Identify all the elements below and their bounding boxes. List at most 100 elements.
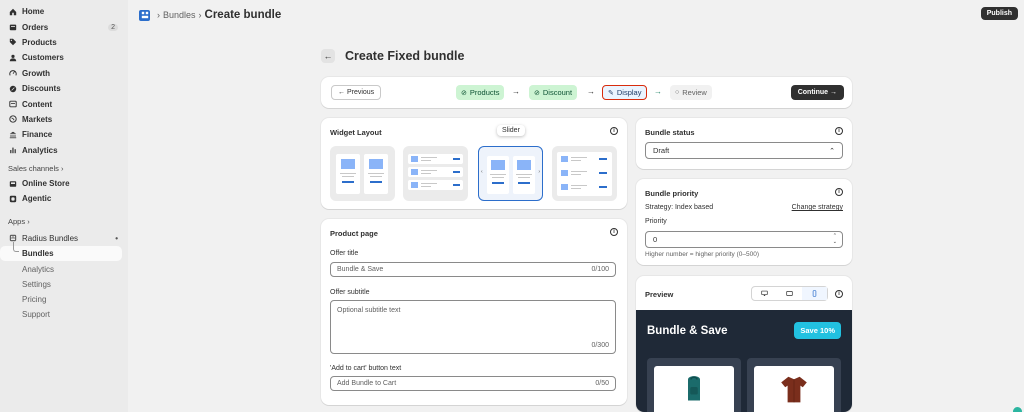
sidebar-item-discounts[interactable]: Discounts [0,81,128,96]
step-discount[interactable]: ⊘ Discount [529,85,578,100]
shirt-image [754,366,834,412]
step-label: Display [616,88,642,97]
layout-option-list[interactable] [403,146,468,201]
apps-header[interactable]: Apps › [0,215,128,229]
number-stepper-icon[interactable]: ⌃ ⌄ [833,233,837,245]
arrow-right-icon: → [512,87,520,96]
chevron-right-icon: › [538,169,540,175]
layout-preview [487,156,509,194]
placeholder: Add Bundle to Cart [337,380,397,387]
sidebar-item-label: Markets [22,114,53,124]
info-icon[interactable]: i [835,290,843,298]
sidebar-item-home[interactable]: Home [0,4,128,19]
sidebar-subitem-support[interactable]: Support [0,307,128,322]
info-icon[interactable]: i [835,127,843,135]
breadcrumb-separator: › [157,10,160,20]
char-counter: 0/100 [591,266,609,273]
sidebar-item-label: Radius Bundles [22,233,79,243]
sidebar-item-radius-bundles[interactable]: Radius Bundles • [0,231,128,246]
sidebar-item-label: Growth [22,68,50,78]
step-label: Products [469,88,500,97]
mobile-icon[interactable] [802,287,827,300]
previous-button[interactable]: ← Previous [331,85,382,100]
step-products[interactable]: ⊘ Products [456,85,505,100]
sales-channels-header[interactable]: Sales channels › [0,162,128,176]
card-title: Bundle priority [645,189,699,198]
status-select[interactable]: Draft ⌃ [645,142,843,159]
input-value: 0 [653,235,658,244]
more-icon[interactable]: • [115,234,118,243]
chart-bars-icon [8,146,17,155]
sidebar-item-label: Agentic [22,194,52,204]
offer-subtitle-textarea[interactable]: Optional subtitle text 0/300 [330,300,616,354]
step-review[interactable]: ○ Review [670,85,712,100]
select-chevron-icon: ⌃ [829,147,835,155]
tablet-icon[interactable] [777,287,802,300]
layout-option-grid[interactable] [330,146,395,201]
sidebar-subitem-analytics[interactable]: Analytics [0,261,128,276]
sidebar-item-analytics[interactable]: Analytics [0,143,128,158]
sidebar-item-customers[interactable]: Customers [0,50,128,65]
sidebar-item-markets[interactable]: Markets [0,112,128,127]
info-icon[interactable]: i [835,188,843,196]
arrow-left-icon: ← [323,51,333,61]
sidebar-item-products[interactable]: Products [0,35,128,50]
back-button[interactable]: ← [321,49,335,63]
card-title: Bundle status [645,128,695,137]
home-icon [8,7,17,16]
desktop-icon[interactable] [752,287,777,300]
sidebar-subitem-pricing[interactable]: Pricing [0,292,128,307]
step-label: Discount [542,88,573,97]
sidebar-item-label: Bundles [22,249,54,259]
sidebar-item-online-store[interactable]: Online Store [0,176,128,191]
sidebar-item-growth[interactable]: Growth [0,66,128,81]
top-bar: › Bundles › Create bundle Publish [128,0,1024,30]
preview-widget: Bundle & Save Save 10% [636,310,852,412]
info-icon[interactable]: i [610,228,618,236]
info-icon[interactable]: i [610,127,618,135]
layout-preview [408,154,463,164]
change-strategy-link[interactable]: Change strategy [792,204,843,211]
sidebar: Home Orders 2 Products Customers Growth … [0,0,128,412]
page-title: Create Fixed bundle [345,49,465,63]
bank-icon [8,130,17,139]
sidebar-item-label: Customers [22,53,64,63]
publish-button[interactable]: Publish [980,7,1018,20]
offer-title-label: Offer title [330,250,359,257]
bundle-status-card: Bundle status i Draft ⌃ [636,118,852,169]
card-title: Widget Layout [330,128,382,137]
stepper-card: ← Previous ⊘ Products → ⊘ Discount → ✎ Disp… [321,77,852,108]
pencil-icon: ✎ [608,89,614,97]
widget-layout-card: Widget Layout i Slider ‹ › [321,118,627,209]
cart-button-text-input[interactable]: Add Bundle to Cart 0/50 [330,376,616,391]
offer-title-input[interactable]: Bundle & Save 0/100 [330,262,616,277]
layout-option-stacked[interactable] [552,146,617,201]
arrow-right-icon: → [587,87,595,96]
product-page-card: Product page i Offer title Bundle & Save… [321,219,627,405]
section-label: Sales channels [8,164,59,174]
preview-product-card [647,358,741,412]
breadcrumb-parent[interactable]: Bundles [163,10,196,20]
sidebar-subitem-bundles[interactable]: Bundles [0,241,122,262]
placeholder: Bundle & Save [337,266,384,273]
content-icon [8,100,17,109]
priority-input[interactable]: 0 ⌃ ⌄ [645,231,843,248]
step-display[interactable]: ✎ Display [602,85,648,100]
sidebar-item-label: Analytics [22,145,58,155]
sidebar-subitem-settings[interactable]: Settings [0,277,128,292]
sidebar-item-finance[interactable]: Finance [0,127,128,142]
person-icon [8,53,17,62]
chevron-left-icon: ‹ [481,169,483,175]
step-label: Review [682,88,707,97]
char-counter: 0/50 [595,380,609,387]
preview-widget-title: Bundle & Save [647,325,728,337]
sidebar-item-label: Finance [22,130,53,140]
sidebar-item-content[interactable]: Content [0,96,128,111]
app-icon[interactable] [139,9,150,21]
card-title: Preview [645,290,674,299]
gauge-icon [8,69,17,78]
sidebar-item-agentic[interactable]: Agentic [0,191,128,206]
sidebar-item-orders[interactable]: Orders 2 [0,19,128,34]
layout-option-slider[interactable]: ‹ › [478,146,543,201]
continue-button[interactable]: Continue → [790,85,844,100]
